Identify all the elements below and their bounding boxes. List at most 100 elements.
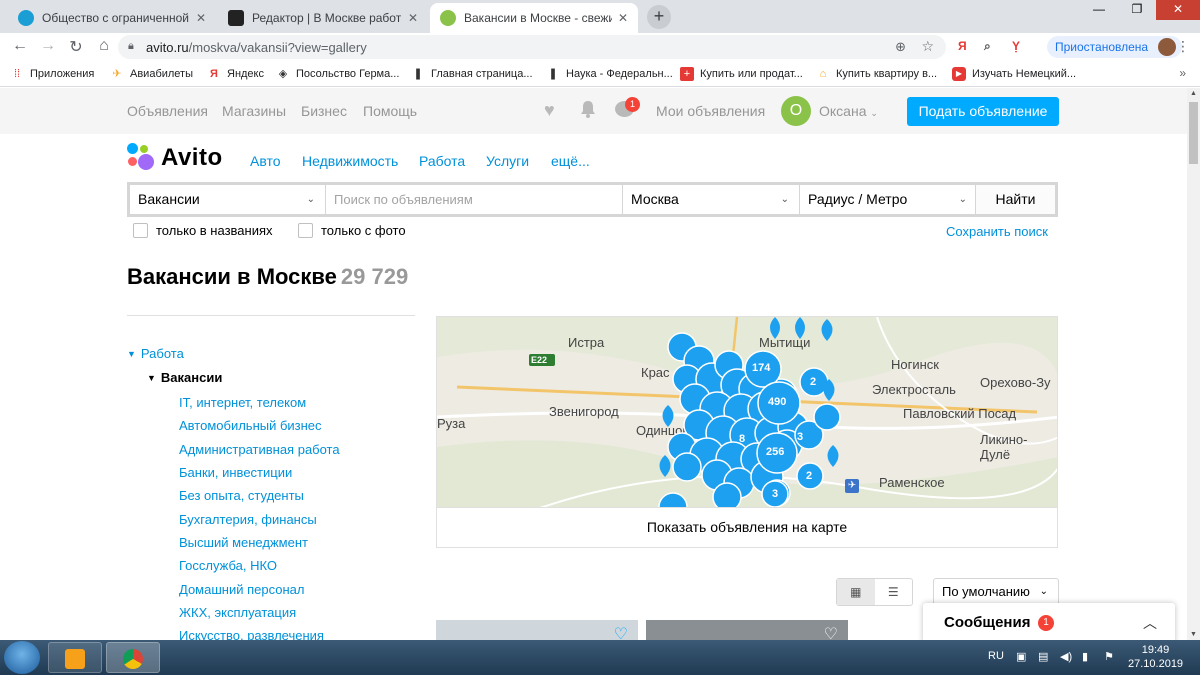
sidebar-item[interactable]: Административная работа — [179, 442, 340, 457]
sidebar-item[interactable]: Банки, инвестиции — [179, 465, 292, 480]
cluster-count[interactable]: 2 — [810, 376, 816, 388]
page-scrollbar[interactable]: ▲ ▼ — [1187, 88, 1200, 640]
browser-tab-2[interactable]: Редактор | В Москве работы ва ✕ — [218, 3, 428, 33]
sidebar-item[interactable]: Домашний персонал — [179, 582, 304, 597]
back-icon[interactable]: ← — [10, 37, 30, 55]
notifications-bell-icon[interactable] — [580, 100, 596, 118]
sidebar-item[interactable]: IT, интернет, телеком — [179, 395, 306, 410]
category-auto[interactable]: Авто — [250, 153, 281, 169]
user-menu[interactable]: Оксана ⌄ — [819, 103, 878, 119]
nav-link-shops[interactable]: Магазины — [222, 103, 286, 119]
close-tab-icon[interactable]: ✕ — [618, 11, 628, 25]
post-ad-button[interactable]: Подать объявление — [907, 97, 1059, 126]
bookmark-yandex[interactable]: Я Яндекс — [207, 67, 264, 81]
checkbox-box[interactable] — [298, 223, 313, 238]
sidebar-item[interactable]: Искусство, развлечения — [179, 628, 324, 640]
bookmark-apps[interactable]: ⁞⁞ Приложения — [10, 67, 94, 81]
search-input[interactable]: Поиск по объявлениям — [326, 185, 623, 214]
sidebar-subsection-vacancies[interactable]: ▼ Вакансии — [147, 370, 222, 385]
reload-icon[interactable]: ↻ — [66, 37, 86, 57]
favorite-heart-icon[interactable]: ♡ — [824, 624, 838, 640]
bookmark-science[interactable]: ❚ Наука - Федеральн... — [546, 67, 672, 81]
taskbar-clock[interactable]: 19:49 27.10.2019 — [1128, 643, 1183, 671]
location-select[interactable]: Москва ⌄ — [623, 185, 800, 214]
cluster-count[interactable]: 256 — [766, 446, 784, 458]
radius-select[interactable]: Радиус / Метро ⌄ — [800, 185, 977, 214]
forward-icon[interactable]: → — [38, 37, 58, 55]
gallery-view-icon[interactable]: ▦ — [837, 579, 875, 605]
bookmark-buy-sell[interactable]: + Купить или продат... — [680, 67, 803, 81]
save-search-link[interactable]: Сохранить поиск — [946, 224, 1048, 239]
zoom-icon[interactable]: ⊕ — [895, 39, 906, 55]
scroll-up-icon[interactable]: ▲ — [1190, 90, 1197, 97]
language-indicator[interactable]: RU — [988, 650, 1004, 662]
scrollbar-thumb[interactable] — [1189, 102, 1198, 164]
avito-logo[interactable]: Avito — [127, 143, 223, 173]
list-view-icon[interactable]: ☰ — [875, 579, 913, 605]
minimize-icon[interactable]: — — [1080, 0, 1118, 20]
sidebar-item[interactable]: ЖКХ, эксплуатация — [179, 605, 296, 620]
bookmark-german[interactable]: ▶ Изучать Немецкий... — [952, 67, 1076, 81]
close-window-icon[interactable]: ✕ — [1156, 0, 1200, 20]
sort-select[interactable]: По умолчанию ⌄ — [933, 578, 1059, 606]
bookmark-main-page[interactable]: ❚ Главная страница... — [411, 67, 532, 81]
scroll-down-icon[interactable]: ▼ — [1190, 631, 1197, 638]
menu-kebab-icon[interactable]: ⋮ — [1176, 38, 1190, 55]
sidebar-section-jobs[interactable]: ▼ Работа — [127, 346, 184, 361]
address-bar[interactable]: 🔒︎ avito.ru/moskva/vakansii?view=gallery… — [118, 35, 946, 59]
close-tab-icon[interactable]: ✕ — [408, 11, 418, 25]
tray-flag-icon[interactable]: ⚑ — [1104, 650, 1114, 663]
bookmark-star-icon[interactable]: ☆ — [921, 38, 934, 55]
browser-tab-1[interactable]: Общество с ограниченной отв ✕ — [8, 3, 216, 33]
sidebar-item[interactable]: Автомобильный бизнес — [179, 418, 322, 433]
category-realty[interactable]: Недвижимость — [302, 153, 398, 169]
category-jobs[interactable]: Работа — [419, 153, 465, 169]
close-tab-icon[interactable]: ✕ — [196, 11, 206, 25]
lock-icon[interactable]: 🔒︎ — [128, 40, 134, 53]
cluster-count[interactable]: 490 — [768, 396, 786, 408]
tray-volume-icon[interactable]: ◀︎) — [1060, 650, 1072, 663]
bookmark-flights[interactable]: ✈ Авиабилеты — [110, 67, 193, 81]
my-ads-link[interactable]: Мои объявления — [656, 103, 765, 119]
only-titles-checkbox[interactable]: только в названиях — [133, 223, 273, 238]
category-more[interactable]: ещё... — [551, 153, 590, 169]
user-avatar[interactable]: О — [781, 96, 811, 126]
taskbar-media-player[interactable] — [48, 642, 102, 673]
cluster-count[interactable]: 3 — [772, 488, 778, 500]
bookmark-apartment[interactable]: ⌂ Купить квартиру в... — [816, 67, 937, 81]
favorite-heart-icon[interactable]: ♡ — [614, 624, 628, 640]
nav-link-ads[interactable]: Объявления — [127, 103, 208, 119]
browser-tab-3-active[interactable]: Вакансии в Москве - свежие об ✕ — [430, 3, 638, 33]
sidebar-item[interactable]: Бухгалтерия, финансы — [179, 512, 317, 527]
favorites-heart-icon[interactable]: ♥ — [544, 100, 555, 121]
yandex-bar-extension-icon[interactable]: Ỵ — [1012, 39, 1020, 53]
more-bookmarks-icon[interactable]: » — [1179, 66, 1186, 80]
only-photo-checkbox[interactable]: только с фото — [298, 223, 406, 238]
windows-start-icon[interactable] — [4, 641, 40, 674]
listing-card[interactable]: ♡ — [646, 620, 848, 640]
chevron-up-icon[interactable]: ︿ — [1143, 613, 1157, 633]
search-submit-button[interactable]: Найти — [975, 185, 1055, 214]
checkbox-box[interactable] — [133, 223, 148, 238]
taskbar-chrome[interactable] — [106, 642, 160, 673]
search-extension-icon[interactable]: ⌕ — [984, 39, 991, 54]
messenger-widget[interactable]: Сообщения 1 ︿ — [923, 603, 1175, 640]
cluster-count[interactable]: 8 — [739, 433, 745, 445]
cluster-count[interactable]: 2 — [806, 470, 812, 482]
show-on-map-button[interactable]: Показать объявления на карте — [436, 508, 1058, 548]
category-services[interactable]: Услуги — [486, 153, 529, 169]
profile-paused-button[interactable]: Приостановлена — [1047, 36, 1183, 58]
listing-card[interactable]: ♡ — [436, 620, 638, 640]
nav-link-help[interactable]: Помощь — [363, 103, 417, 119]
sidebar-item[interactable]: Без опыта, студенты — [179, 488, 304, 503]
cluster-count[interactable]: 3 — [797, 431, 803, 443]
bookmark-embassy[interactable]: ◈ Посольство Герма... — [276, 67, 400, 81]
tray-network-icon[interactable]: ▤ — [1038, 650, 1048, 663]
vacancies-map[interactable]: E22 Истра Мытищи Ногинск Электросталь Ор… — [436, 316, 1058, 508]
maximize-icon[interactable]: ❐ — [1118, 0, 1156, 20]
category-select[interactable]: Вакансии ⌄ — [130, 185, 326, 214]
tray-printer-icon[interactable]: ▣ — [1016, 650, 1026, 663]
tray-battery-icon[interactable]: ▮ — [1082, 650, 1088, 663]
new-tab-button[interactable]: + — [647, 5, 671, 29]
sidebar-item[interactable]: Высший менеджмент — [179, 535, 308, 550]
